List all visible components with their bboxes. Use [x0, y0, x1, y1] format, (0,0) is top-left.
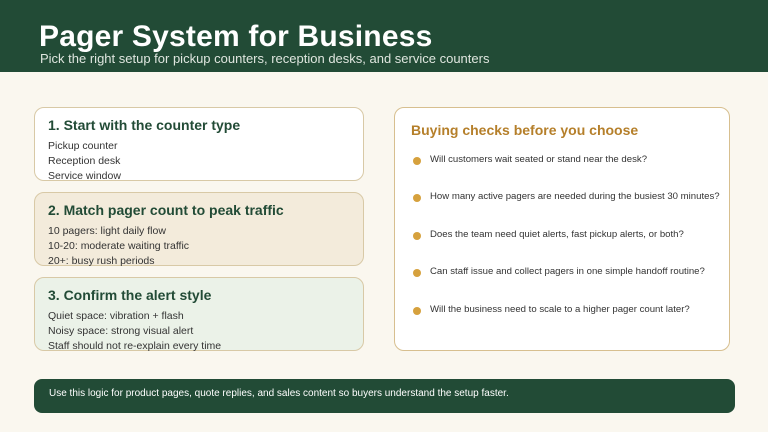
card-line: Staff should not re-explain every time — [48, 340, 222, 352]
header-banner: Pager System for Business Pick the right… — [0, 0, 768, 72]
card-pager-count: 2. Match pager count to peak traffic 10 … — [34, 192, 364, 269]
card-line: Quiet space: vibration + flash — [48, 310, 184, 322]
check-text: Can staff issue and collect pagers in on… — [430, 266, 705, 277]
check-item: Will the business need to scale to a hig… — [411, 302, 751, 318]
footer-text: Use this logic for product pages, quote … — [49, 388, 509, 399]
card-line: Pickup counter — [48, 140, 118, 152]
card-title: 2. Match pager count to peak traffic — [48, 202, 284, 218]
card-title: 1. Start with the counter type — [48, 117, 241, 133]
check-item: Can staff issue and collect pagers in on… — [411, 264, 751, 280]
bullet-dot-icon — [413, 157, 421, 165]
check-text: How many active pagers are needed during… — [430, 191, 720, 202]
card-line: 10-20: moderate waiting traffic — [48, 240, 190, 252]
bullet-dot-icon — [413, 194, 421, 202]
check-text: Does the team need quiet alerts, fast pi… — [430, 229, 684, 240]
card-lines: Pickup counter Reception desk Service wi… — [48, 139, 121, 184]
buying-checks-panel: Buying checks before you choose Will cus… — [394, 107, 730, 351]
card-counter-type: 1. Start with the counter type Pickup co… — [34, 107, 364, 184]
check-item: Will customers wait seated or stand near… — [411, 152, 751, 168]
check-text: Will the business need to scale to a hig… — [430, 304, 690, 315]
bullet-dot-icon — [413, 307, 421, 315]
page-subtitle: Pick the right setup for pickup counters… — [40, 51, 490, 66]
bullet-dot-icon — [413, 232, 421, 240]
card-line: Noisy space: strong visual alert — [48, 325, 194, 337]
bullet-dot-icon — [413, 269, 421, 277]
card-line: 10 pagers: light daily flow — [48, 225, 166, 237]
card-alert-style: 3. Confirm the alert style Quiet space: … — [34, 277, 364, 354]
card-line: Reception desk — [48, 155, 121, 167]
card-title: 3. Confirm the alert style — [48, 287, 212, 303]
card-lines: Quiet space: vibration + flash Noisy spa… — [48, 309, 221, 354]
check-item: Does the team need quiet alerts, fast pi… — [411, 227, 751, 243]
checks-title: Buying checks before you choose — [411, 122, 639, 138]
card-line: Service window — [48, 170, 121, 182]
footer-banner: Use this logic for product pages, quote … — [34, 379, 735, 413]
card-line: 20+: busy rush periods — [48, 255, 155, 267]
check-item: How many active pagers are needed during… — [411, 189, 751, 205]
card-lines: 10 pagers: light daily flow 10-20: moder… — [48, 224, 189, 269]
check-text: Will customers wait seated or stand near… — [430, 154, 648, 165]
